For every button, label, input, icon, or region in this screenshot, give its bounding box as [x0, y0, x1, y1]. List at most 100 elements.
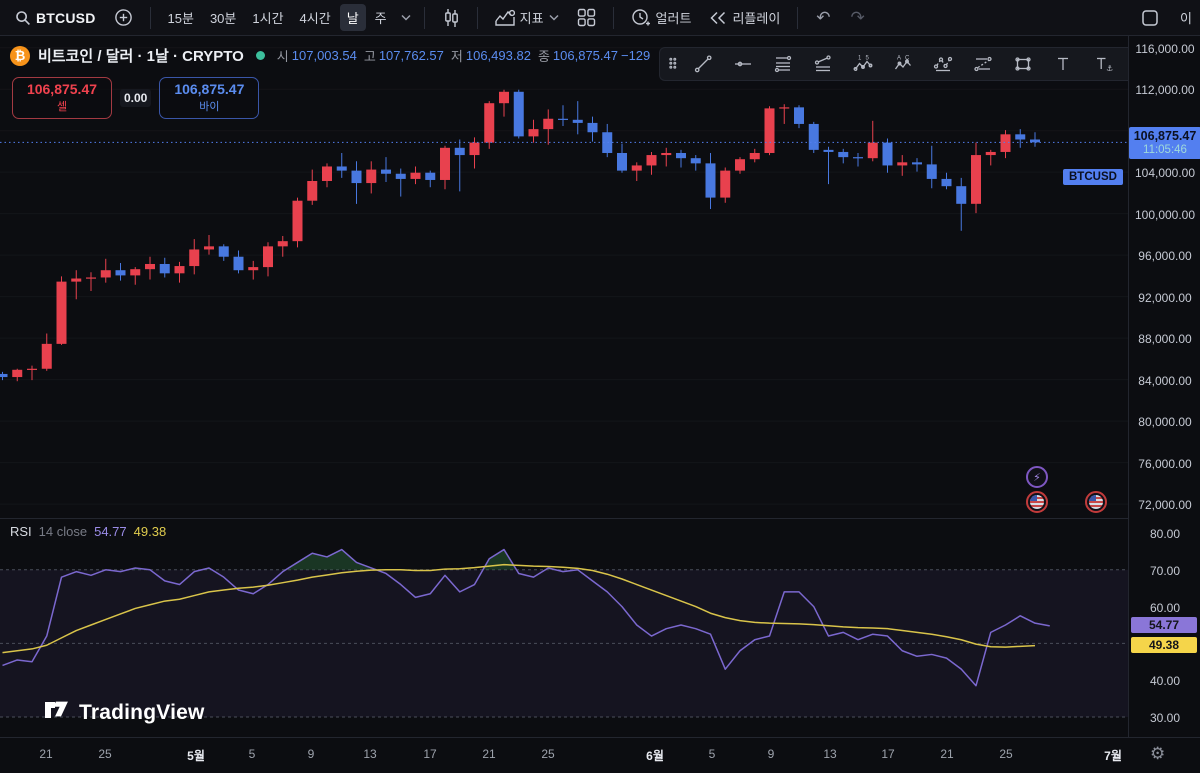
- crypto-event-marker[interactable]: ⚡: [1026, 466, 1048, 488]
- time-axis-label: 13: [363, 747, 376, 761]
- symbol-price-tag[interactable]: BTCUSD: [1063, 169, 1123, 185]
- sell-label: 셀: [13, 98, 111, 114]
- replay-button[interactable]: 리플레이: [702, 4, 787, 31]
- chart-region[interactable]: ₿ 비트코인 / 달러 · 1날 · CRYPTO 시107,003.54고10…: [0, 36, 1128, 737]
- undo-button[interactable]: ↶: [808, 7, 838, 28]
- symbol-search-button[interactable]: BTCUSD: [8, 6, 103, 30]
- time-axis-label: 21: [482, 747, 495, 761]
- abcd-pattern-tool-button[interactable]: [964, 50, 1002, 78]
- rsi-value: 54.77: [94, 524, 127, 539]
- single-layout-button[interactable]: [1134, 5, 1166, 31]
- time-axis-label: 17: [423, 747, 436, 761]
- text-tool-button[interactable]: [1044, 50, 1082, 78]
- search-icon: [15, 10, 31, 26]
- trend-line-tool-button[interactable]: [684, 50, 722, 78]
- sell-button[interactable]: 106,875.47 셀: [12, 77, 112, 119]
- ohlc-value: 106,493.82: [466, 48, 531, 63]
- redo-icon: ↷: [851, 9, 865, 26]
- ohlc-key: 종: [538, 46, 550, 65]
- text-icon: [1053, 54, 1073, 74]
- price-axis-label: 92,000.00: [1129, 291, 1200, 305]
- toolbar-separator: [797, 7, 798, 29]
- anchored-text-icon: ⚓: [1093, 54, 1113, 74]
- elliott-correction-wave-icon: AC: [893, 54, 913, 74]
- ohlc-key: 고: [364, 46, 376, 65]
- toolbar-separator: [424, 7, 425, 29]
- rsi-axis-label: 80.00: [1129, 527, 1200, 541]
- ohlc-value: −129: [621, 48, 650, 63]
- time-axis-label: 5: [249, 747, 256, 761]
- rsi-axis-badge: 54.77: [1131, 617, 1197, 633]
- toolbar-right-group: 이: [1134, 4, 1192, 31]
- timeframe-button-30분[interactable]: 30분: [203, 4, 243, 31]
- horizontal-ray-tool-button[interactable]: [724, 50, 762, 78]
- rectangle-tool-button[interactable]: [1004, 50, 1042, 78]
- ohlc-key: 저: [451, 46, 463, 65]
- price-axis[interactable]: 106,875.47 11:05:46 54.77 49.38 116,000.…: [1128, 36, 1200, 737]
- last-price-label[interactable]: 106,875.47 11:05:46: [1129, 127, 1200, 159]
- timeframe-button-4시간[interactable]: 4시간: [293, 4, 338, 31]
- market-status-dot[interactable]: [256, 51, 265, 60]
- chart-type-button[interactable]: [435, 4, 467, 32]
- compare-add-button[interactable]: [107, 4, 140, 31]
- pane-divider[interactable]: [0, 518, 1128, 519]
- time-axis-label: 25: [98, 747, 111, 761]
- rsi-axis-label: 70.00: [1129, 564, 1200, 578]
- rsi-title: RSI: [10, 524, 32, 539]
- timeframe-button-15분[interactable]: 15분: [161, 4, 201, 31]
- time-axis-label: 9: [308, 747, 315, 761]
- alert-button[interactable]: 얼러트: [624, 4, 699, 32]
- xabcd-pattern-tool-button[interactable]: [924, 50, 962, 78]
- tradingview-logo-icon: [44, 698, 71, 727]
- symbol-title[interactable]: 비트코인 / 달러 · 1날 · CRYPTO: [38, 45, 244, 66]
- rsi-ma-value: 49.38: [134, 524, 167, 539]
- plus-circle-icon: [114, 8, 133, 27]
- timeframe-group: 15분30분1시간4시간날주: [161, 4, 394, 31]
- us-economic-event-marker[interactable]: [1026, 491, 1048, 513]
- sell-price: 106,875.47: [13, 81, 111, 97]
- time-axis[interactable]: ⚙ 21255월59131721256월59131721257월: [0, 737, 1200, 773]
- rsi-axis-label: 30.00: [1129, 711, 1200, 725]
- rsi-axis-label: 40.00: [1129, 674, 1200, 688]
- lightning-icon: ⚡: [1033, 471, 1041, 484]
- rectangle-icon: [1013, 54, 1033, 74]
- timeframe-button-날[interactable]: 날: [340, 4, 366, 31]
- axis-settings-gear-icon[interactable]: ⚙: [1150, 744, 1165, 764]
- xabcd-pattern-icon: [933, 54, 953, 74]
- elliott-correction-wave-tool-button[interactable]: AC: [884, 50, 922, 78]
- time-axis-label: 7월: [1104, 747, 1122, 764]
- elliott-impulse-wave-tool-button[interactable]: 15: [844, 50, 882, 78]
- rsi-ma-axis-badge: 49.38: [1131, 637, 1197, 653]
- timeframe-button-1시간[interactable]: 1시간: [245, 4, 290, 31]
- save-image-button[interactable]: 이: [1176, 4, 1192, 31]
- ohlc-values: 시107,003.54고107,762.57저106,493.82종106,87…: [277, 46, 650, 65]
- toolbar-separator: [613, 7, 614, 29]
- parallel-channel-icon: [813, 54, 833, 74]
- timeframe-button-주[interactable]: 주: [368, 4, 394, 31]
- parallel-channel-tool-button[interactable]: [804, 50, 842, 78]
- rsi-header[interactable]: RSI 14 close 54.77 49.38: [10, 524, 166, 539]
- replay-icon: [709, 11, 727, 25]
- ohlc-value: 106,875.47: [553, 48, 618, 63]
- drag-handle-icon: [666, 54, 682, 74]
- spread-value: 0.00: [120, 89, 151, 107]
- time-axis-label: 9: [768, 747, 775, 761]
- top-toolbar: BTCUSD 15분30분1시간4시간날주: [0, 0, 1200, 36]
- fib-retracement-tool-button[interactable]: [764, 50, 802, 78]
- layout-templates-button[interactable]: [570, 4, 603, 31]
- indicators-button[interactable]: 지표: [488, 4, 566, 31]
- svg-text:A: A: [897, 56, 901, 62]
- price-axis-label: 88,000.00: [1129, 332, 1200, 346]
- anchored-text-tool-button[interactable]: ⚓: [1084, 50, 1122, 78]
- svg-text:1: 1: [858, 56, 862, 62]
- chevron-down-icon: [401, 14, 411, 21]
- alert-clock-icon: [631, 8, 651, 28]
- toolbar-drag-handle[interactable]: [666, 50, 682, 78]
- last-price-value: 106,875.47: [1129, 129, 1200, 143]
- us-economic-event-marker[interactable]: [1085, 491, 1107, 513]
- buy-button[interactable]: 106,875.47 바이: [159, 77, 259, 119]
- price-axis-label: 104,000.00: [1129, 166, 1200, 180]
- timeframe-dropdown-button[interactable]: [398, 10, 414, 25]
- redo-button[interactable]: ↷: [843, 7, 873, 28]
- bar-countdown: 11:05:46: [1129, 144, 1200, 156]
